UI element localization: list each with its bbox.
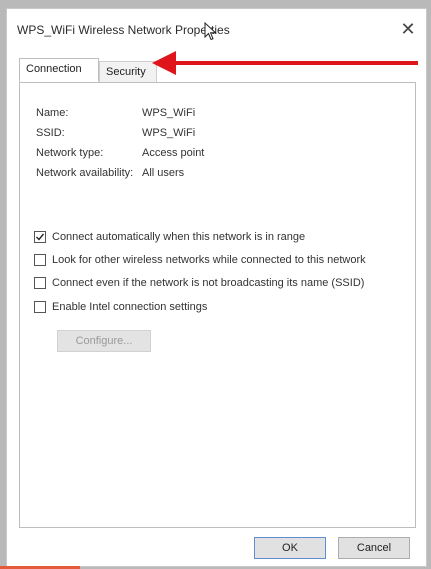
info-label: Network type: <box>36 147 104 159</box>
info-value: WPS_WiFi <box>142 107 196 119</box>
red-arrow-annotation-icon <box>152 51 418 75</box>
info-label: Network availability: <box>36 167 134 179</box>
info-label: Name: <box>36 107 69 119</box>
cancel-button[interactable]: Cancel <box>338 537 410 559</box>
configure-button: Configure... <box>57 330 151 352</box>
checkbox[interactable] <box>34 231 46 243</box>
info-value: WPS_WiFi <box>142 127 196 139</box>
option-label: Enable Intel connection settings <box>52 301 208 313</box>
info-value: Access point <box>142 147 205 159</box>
option-label: Look for other wireless networks while c… <box>52 254 366 266</box>
tab-security[interactable]: Security <box>99 61 157 82</box>
mouse-cursor-icon <box>204 22 217 41</box>
checkbox[interactable] <box>34 254 46 266</box>
ok-button[interactable]: OK <box>254 537 326 559</box>
info-value: All users <box>142 167 185 179</box>
window-title: WPS_WiFi Wireless Network Properties <box>17 23 230 37</box>
option-label: Connect automatically when this network … <box>52 231 306 243</box>
checkmark-icon <box>36 233 45 241</box>
connection-panel: Name: WPS_WiFi SSID: WPS_WiFi Network ty… <box>19 82 416 528</box>
checkbox[interactable] <box>34 301 46 313</box>
info-label: SSID: <box>36 127 65 139</box>
close-button[interactable]: ✕ <box>396 17 420 41</box>
tab-connection[interactable]: Connection <box>19 58 99 82</box>
checkbox[interactable] <box>34 277 46 289</box>
properties-dialog: WPS_WiFi Wireless Network Properties ✕ C… <box>6 8 427 567</box>
option-label: Connect even if the network is not broad… <box>52 277 365 289</box>
